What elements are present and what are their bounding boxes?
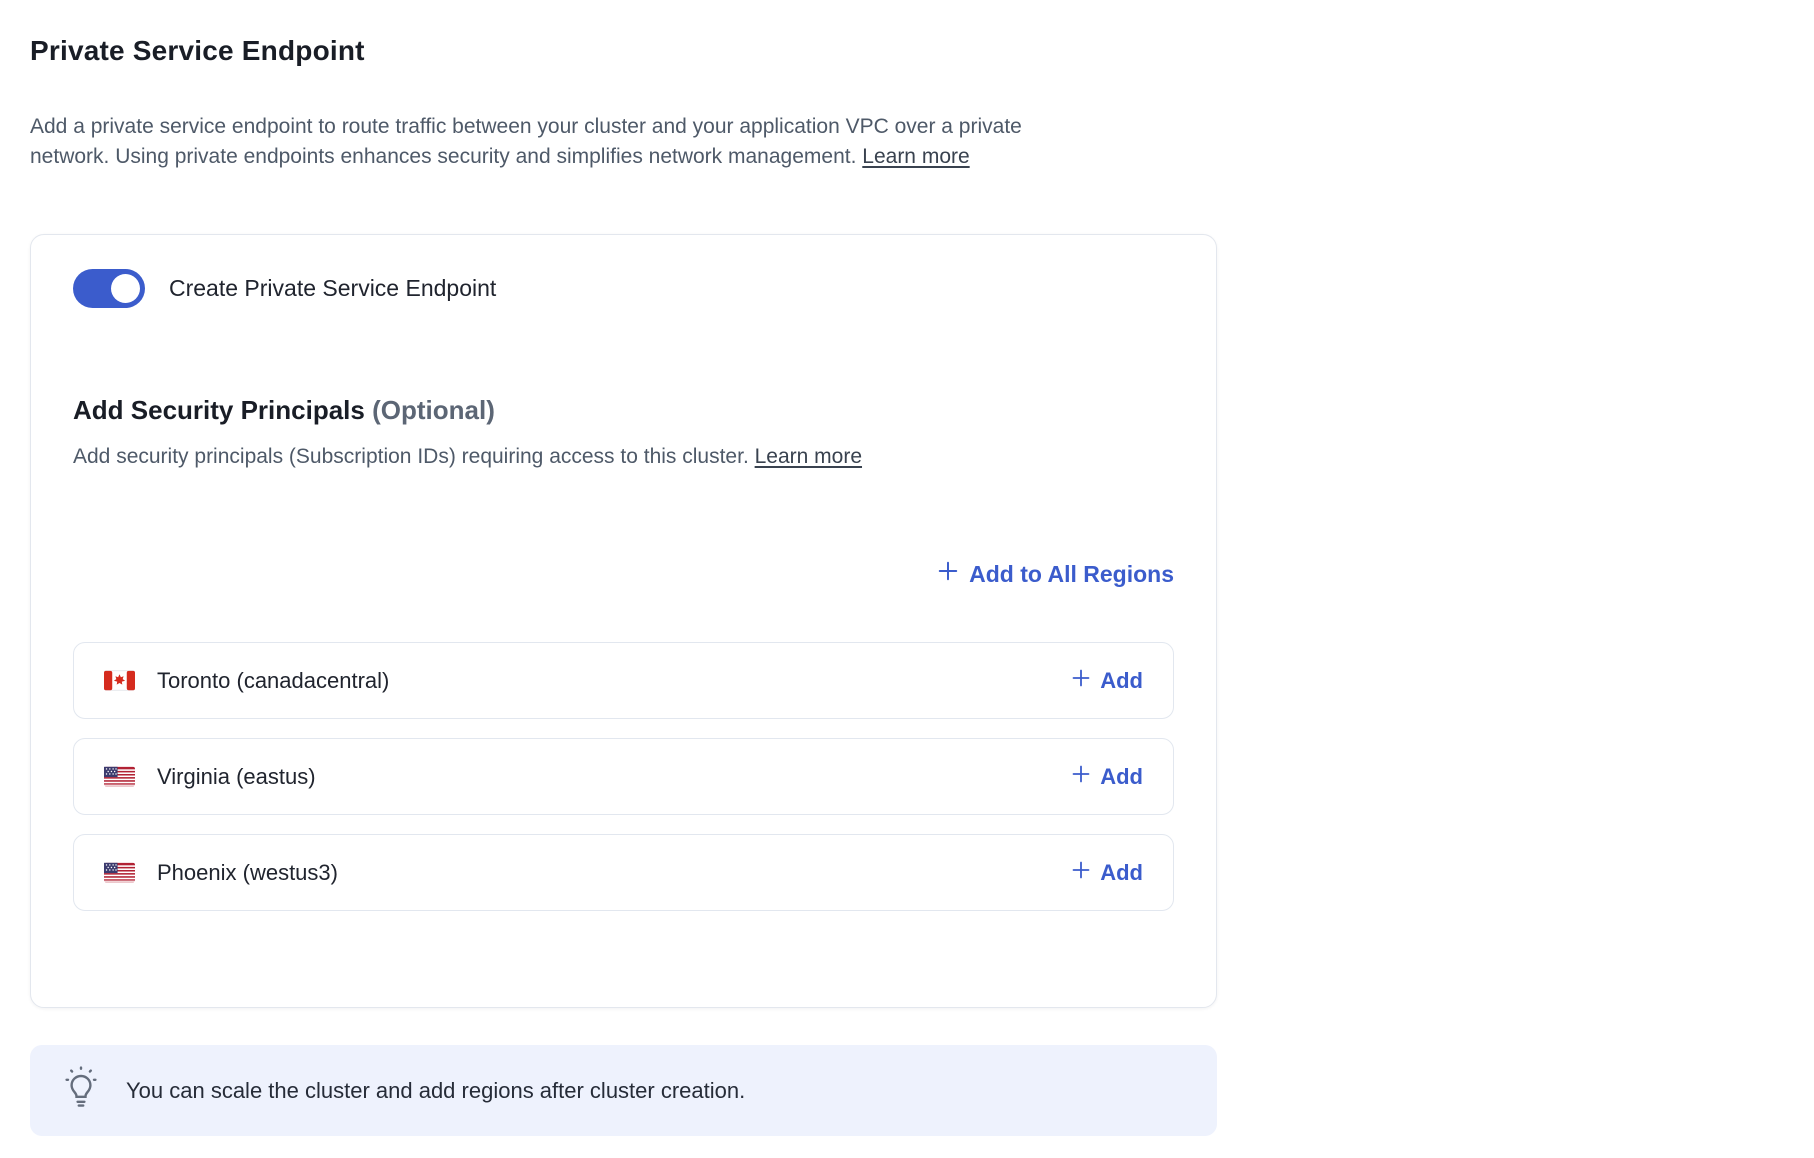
us-flag-icon (104, 765, 135, 788)
region-row-phoenix: Phoenix (westus3) Add (73, 834, 1174, 911)
plus-icon (1071, 860, 1091, 886)
security-principals-description-text: Add security principals (Subscription ID… (73, 445, 749, 468)
add-to-all-regions-label: Add to All Regions (969, 561, 1174, 588)
add-region-label: Add (1100, 860, 1143, 886)
page-learn-more-link[interactable]: Learn more (862, 145, 969, 168)
optional-label: (Optional) (372, 395, 495, 425)
canada-flag-icon (104, 669, 135, 692)
region-row-toronto: Toronto (canadacentral) Add (73, 642, 1174, 719)
create-endpoint-toggle[interactable] (73, 269, 145, 308)
add-region-toronto-button[interactable]: Add (1071, 668, 1143, 694)
plus-icon (937, 560, 959, 588)
page-description: Add a private service endpoint to route … (30, 112, 1075, 172)
region-label: Virginia (eastus) (157, 764, 316, 790)
plus-icon (1071, 668, 1091, 694)
security-principals-description: Add security principals (Subscription ID… (73, 442, 1174, 472)
info-banner: You can scale the cluster and add region… (30, 1045, 1217, 1136)
security-principals-title: Add Security Principals (Optional) (73, 394, 1174, 426)
add-to-all-regions-button[interactable]: Add to All Regions (937, 560, 1174, 588)
add-region-label: Add (1100, 668, 1143, 694)
add-region-virginia-button[interactable]: Add (1071, 764, 1143, 790)
private-endpoint-card: Create Private Service Endpoint Add Secu… (30, 234, 1217, 1008)
create-endpoint-toggle-row: Create Private Service Endpoint (73, 269, 1174, 308)
region-label: Toronto (canadacentral) (157, 668, 389, 694)
add-region-phoenix-button[interactable]: Add (1071, 860, 1143, 886)
private-service-endpoint-page: Private Service Endpoint Add a private s… (30, 0, 1217, 1136)
add-region-label: Add (1100, 764, 1143, 790)
region-list: Toronto (canadacentral) Add (73, 642, 1174, 911)
create-endpoint-toggle-label: Create Private Service Endpoint (169, 275, 496, 302)
region-row-virginia: Virginia (eastus) Add (73, 738, 1174, 815)
info-banner-text: You can scale the cluster and add region… (126, 1076, 745, 1106)
page-title: Private Service Endpoint (30, 34, 1217, 68)
security-principals-title-text: Add Security Principals (73, 395, 365, 425)
toggle-knob (111, 274, 140, 303)
region-label: Phoenix (westus3) (157, 860, 338, 886)
add-to-all-regions-row: Add to All Regions (73, 560, 1174, 588)
us-flag-icon (104, 861, 135, 884)
plus-icon (1071, 764, 1091, 790)
security-principals-learn-more-link[interactable]: Learn more (755, 445, 862, 468)
lightbulb-icon (58, 1063, 104, 1118)
